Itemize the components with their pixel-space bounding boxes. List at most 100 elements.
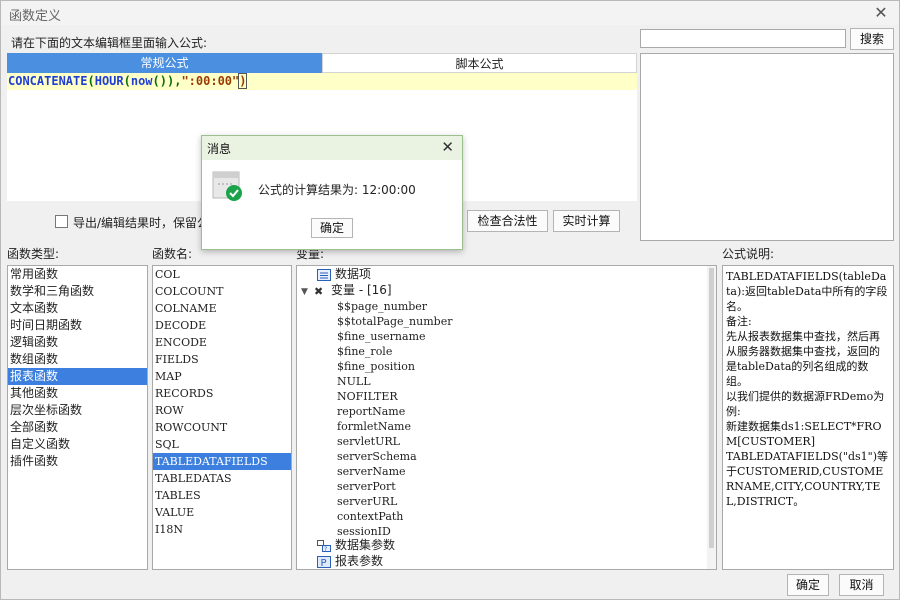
variable-item[interactable]: serverSchema bbox=[337, 449, 417, 464]
variable-item[interactable]: NULL bbox=[337, 374, 371, 389]
variable-item[interactable]: servletURL bbox=[337, 434, 400, 449]
svg-text:?: ? bbox=[324, 546, 327, 552]
message-dialog-title: 消息 bbox=[207, 142, 232, 156]
tree-node-data-items[interactable]: 数据项 bbox=[317, 267, 371, 282]
func-type-item[interactable]: 全部函数 bbox=[8, 419, 147, 436]
func-type-item[interactable]: 层次坐标函数 bbox=[8, 402, 147, 419]
variable-item[interactable]: serverURL bbox=[337, 494, 397, 509]
variable-item[interactable]: serverName bbox=[337, 464, 406, 479]
tree-node-dataset-params[interactable]: ? 数据集参数 bbox=[317, 538, 395, 553]
formula-paren: ( bbox=[123, 74, 131, 88]
variable-item[interactable]: serverPort bbox=[337, 479, 396, 494]
search-input[interactable] bbox=[640, 29, 846, 48]
func-name-item[interactable]: SQL bbox=[153, 436, 291, 453]
formula-tab-bar: 常规公式 脚本公式 bbox=[7, 53, 637, 73]
func-type-item[interactable]: 文本函数 bbox=[8, 300, 147, 317]
func-name-item[interactable]: TABLEDATAFIELDS bbox=[153, 453, 291, 470]
message-ok-button[interactable]: 确定 bbox=[311, 218, 353, 238]
formula-func-hour: HOUR bbox=[94, 74, 124, 88]
tab-script-formula[interactable]: 脚本公式 bbox=[322, 53, 637, 73]
func-name-item[interactable]: ENCODE bbox=[153, 334, 291, 351]
tree-label: 数据集参数 bbox=[335, 538, 396, 552]
variable-item[interactable]: $$page_number bbox=[337, 299, 427, 314]
collapse-arrow-icon[interactable]: ▼ bbox=[301, 285, 313, 300]
variables-tree[interactable]: 数据项 ▼ ✖ 变量 - [16] $$page_number $$totalPage… bbox=[296, 265, 717, 570]
func-name-item[interactable]: MAP bbox=[153, 368, 291, 385]
message-text: 公式的计算结果为: 12:00:00 bbox=[258, 183, 416, 197]
func-name-item[interactable]: ROWCOUNT bbox=[153, 419, 291, 436]
search-button[interactable]: 搜索 bbox=[850, 28, 894, 50]
func-name-item[interactable]: FIELDS bbox=[153, 351, 291, 368]
func-type-item[interactable]: 插件函数 bbox=[8, 453, 147, 470]
tree-label: 变量 - [16] bbox=[331, 283, 392, 297]
variable-item[interactable]: reportName bbox=[337, 404, 405, 419]
check-validity-button[interactable]: 检查合法性 bbox=[467, 210, 548, 232]
description-paragraph: TABLEDATAFIELDS(tableData):返回tableData中所… bbox=[726, 270, 888, 313]
variable-item[interactable]: formletName bbox=[337, 419, 411, 434]
close-icon[interactable]: ✕ bbox=[871, 3, 891, 23]
export-option-checkbox[interactable] bbox=[55, 215, 68, 228]
formula-caret-paren: ) bbox=[238, 73, 248, 89]
func-type-item[interactable]: 报表函数 bbox=[8, 368, 147, 385]
formula-string: ":00:00" bbox=[181, 74, 240, 88]
tree-node-report-params[interactable]: P 报表参数 bbox=[317, 554, 383, 569]
description-header: 公式说明: bbox=[722, 247, 775, 261]
func-name-item[interactable]: RECORDS bbox=[153, 385, 291, 402]
func-name-item[interactable]: TABLEDATAS bbox=[153, 470, 291, 487]
export-option-label: 导出/编辑结果时，保留公 bbox=[73, 216, 210, 230]
realtime-calc-button[interactable]: 实时计算 bbox=[553, 210, 620, 232]
variable-item[interactable]: $fine_role bbox=[337, 344, 392, 359]
svg-text:✖: ✖ bbox=[314, 285, 323, 297]
func-type-item[interactable]: 常用函数 bbox=[8, 266, 147, 283]
tab-regular-formula[interactable]: 常规公式 bbox=[7, 53, 322, 73]
close-icon[interactable]: ✕ bbox=[441, 138, 454, 156]
title-bar: 函数定义 ✕ bbox=[1, 1, 899, 25]
func-type-item[interactable]: 逻辑函数 bbox=[8, 334, 147, 351]
description-paragraph: 备注: bbox=[726, 315, 752, 328]
func-name-item[interactable]: COLCOUNT bbox=[153, 283, 291, 300]
variable-item[interactable]: sessionID bbox=[337, 524, 391, 539]
func-name-item[interactable]: COLNAME bbox=[153, 300, 291, 317]
table-icon bbox=[317, 268, 331, 281]
variable-icon: ✖ bbox=[314, 285, 323, 297]
func-type-item[interactable]: 时间日期函数 bbox=[8, 317, 147, 334]
message-dialog-titlebar: 消息 ✕ bbox=[202, 136, 462, 160]
func-type-item[interactable]: 其他函数 bbox=[8, 385, 147, 402]
function-definition-window: 函数定义 ✕ 请在下面的文本编辑框里面输入公式: 搜索 常规公式 脚本公式 CO… bbox=[0, 0, 900, 600]
func-name-header: 函数名: bbox=[152, 247, 193, 261]
scrollbar-thumb[interactable] bbox=[709, 268, 714, 548]
success-message-icon bbox=[212, 171, 242, 201]
func-type-item[interactable]: 数组函数 bbox=[8, 351, 147, 368]
func-type-header: 函数类型: bbox=[7, 247, 60, 261]
ok-button[interactable]: 确定 bbox=[787, 574, 829, 596]
variables-scrollbar[interactable] bbox=[707, 266, 716, 569]
func-type-item[interactable]: 自定义函数 bbox=[8, 436, 147, 453]
formula-description: TABLEDATAFIELDS(tableData):返回tableData中所… bbox=[722, 265, 894, 570]
window-title: 函数定义 bbox=[9, 9, 62, 24]
cancel-button[interactable]: 取消 bbox=[839, 574, 884, 596]
description-paragraph: 以我们提供的数据源FRDemo为例: bbox=[726, 390, 885, 418]
description-paragraph: TABLEDATAFIELDS("ds1")等于CUSTOMERID,CUSTO… bbox=[726, 450, 888, 508]
message-dialog: 消息 ✕ 公式的计算结果为: 12:00:00 确定 bbox=[201, 135, 463, 250]
func-name-item[interactable]: I18N bbox=[153, 521, 291, 538]
func-name-item[interactable]: DECODE bbox=[153, 317, 291, 334]
dataset-param-icon: ? bbox=[317, 539, 331, 552]
formula-line[interactable]: CONCATENATE(HOUR(now()),":00:00") bbox=[7, 73, 637, 90]
func-type-list[interactable]: 常用函数 数学和三角函数 文本函数 时间日期函数 逻辑函数 数组函数 报表函数 其他函数 层次坐… bbox=[7, 265, 148, 570]
variable-item[interactable]: NOFILTER bbox=[337, 389, 398, 404]
description-paragraph: 新建数据集ds1:SELECT*FROM[CUSTOMER] bbox=[726, 420, 882, 448]
tree-label: 报表参数 bbox=[335, 554, 384, 568]
func-name-item[interactable]: COL bbox=[153, 266, 291, 283]
tree-node-variables[interactable]: ▼ ✖ 变量 - [16] bbox=[301, 283, 392, 298]
variable-item[interactable]: contextPath bbox=[337, 509, 403, 524]
formula-func-concatenate: CONCATENATE bbox=[8, 74, 88, 88]
variable-item[interactable]: $$totalPage_number bbox=[337, 314, 452, 329]
func-name-item[interactable]: TABLES bbox=[153, 487, 291, 504]
variable-item[interactable]: $fine_position bbox=[337, 359, 415, 374]
func-type-item[interactable]: 数学和三角函数 bbox=[8, 283, 147, 300]
func-name-item[interactable]: VALUE bbox=[153, 504, 291, 521]
func-name-item[interactable]: ROW bbox=[153, 402, 291, 419]
search-results-panel[interactable] bbox=[640, 53, 894, 241]
func-name-list[interactable]: COL COLCOUNT COLNAME DECODE ENCODE FIELDS MAP R… bbox=[152, 265, 292, 570]
variable-item[interactable]: $fine_username bbox=[337, 329, 426, 344]
